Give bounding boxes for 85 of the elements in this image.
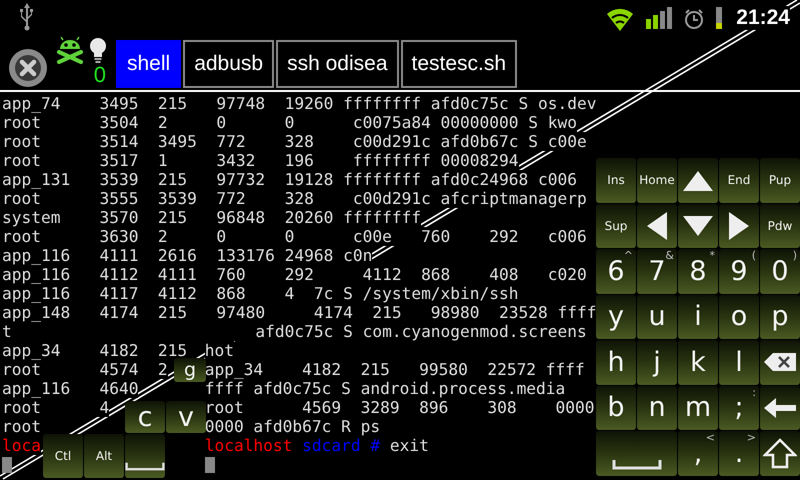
- terminal-text: root 4: [2, 398, 110, 417]
- keyboard-key[interactable]: p: [760, 294, 800, 339]
- terminal-text: ffff afd0c75c S android.process.media: [204, 379, 566, 398]
- keyboard-key[interactable]: Ctl: [43, 434, 83, 478]
- keyboard-key[interactable]: 0): [760, 249, 800, 294]
- keyboard-key[interactable]: ,<: [678, 431, 718, 476]
- keyboard-key[interactable]: h: [596, 340, 636, 384]
- terminal-text: root 3555 3539 772 328 c00d291c afcriptmanagerp: [2, 189, 587, 208]
- terminal-text: root 3514 3495 772 328 c00d291c afd0b67c S c00e: [2, 132, 587, 151]
- terminal-text: hot: [204, 341, 234, 360]
- terminal-text: system 3570 215 96848 20260 ffffffff: [2, 208, 422, 227]
- lightbulb-icon: [88, 37, 108, 63]
- keyboard-key[interactable]: Alt: [84, 434, 124, 478]
- keyboard-key[interactable]: l: [719, 340, 759, 384]
- keyboard-key[interactable]: j: [637, 340, 677, 384]
- keyboard-key[interactable]: Ins: [596, 158, 636, 202]
- keyboard-key[interactable]: k: [678, 340, 718, 384]
- keyboard-key[interactable]: [125, 434, 165, 478]
- terminal-text: app_116 4111 2616 133176 24968 c0n: [2, 246, 372, 265]
- terminal-text: app_74 3495 215 97748 19260 ffffffff afd0c75c S os.dev: [2, 94, 596, 113]
- terminal-text: root 3630 2 0 0 c00e 760 292 c006: [2, 227, 587, 246]
- keyboard-key[interactable]: u: [637, 294, 677, 339]
- keyboard-key[interactable]: 6^: [596, 249, 636, 294]
- shift-arrow-icon: [763, 438, 797, 469]
- keyboard-key[interactable]: v: [166, 401, 206, 433]
- keyboard-key[interactable]: .>: [719, 431, 759, 476]
- keyboard-key[interactable]: ; :: [719, 386, 759, 430]
- keyboard-key[interactable]: [678, 204, 718, 248]
- keyboard-key[interactable]: [596, 431, 677, 476]
- signal-icon: [646, 7, 672, 29]
- cursor-block: [2, 457, 12, 473]
- left-arrow-icon: [645, 210, 669, 242]
- terminal-text: app_148 4174 215 97480 4174 215 98980 23528 ffff: [2, 303, 596, 322]
- usb-icon: [18, 2, 36, 30]
- shell-prompt: loca: [2, 436, 41, 455]
- right-arrow-icon: [727, 210, 751, 242]
- keyboard-key[interactable]: m: [678, 386, 718, 430]
- keyboard-key[interactable]: i: [678, 294, 718, 339]
- keyboard-key[interactable]: Home: [637, 158, 677, 202]
- terminal-text: t afd0c75c S com.cyanogenmod.screens: [2, 322, 587, 341]
- cursor-block: [204, 457, 215, 473]
- keyboard-key[interactable]: End: [719, 158, 759, 202]
- keyboard-key[interactable]: Pdw: [760, 204, 800, 248]
- close-button[interactable]: [8, 48, 48, 88]
- terminal-text: app_116 4640: [2, 379, 138, 398]
- keyboard-key[interactable]: [719, 204, 759, 248]
- space-bar-icon: [125, 460, 165, 472]
- keyboard-key[interactable]: 7&: [637, 249, 677, 294]
- tab[interactable]: ssh odisea: [276, 40, 399, 88]
- keyboard-key[interactable]: n: [637, 386, 677, 430]
- keyboard-key[interactable]: 8*: [678, 249, 718, 294]
- terminal-text: app_34 4182 215 99580 22572 ffff: [204, 360, 585, 379]
- keyboard-key[interactable]: [760, 431, 800, 476]
- keyboard-key[interactable]: o: [719, 294, 759, 339]
- tab[interactable]: adbusb: [183, 40, 274, 88]
- keyboard-key[interactable]: Sup: [596, 204, 636, 248]
- terminal-text: 0000 afd0b67c R ps: [204, 417, 380, 436]
- keyboard-key[interactable]: b: [596, 386, 636, 430]
- terminal-text: app_34 4182 215: [2, 341, 188, 360]
- keyboard-key[interactable]: [678, 158, 718, 202]
- clock-time: 21:24: [736, 6, 790, 30]
- terminal-text: app_131 3539 215 97732 19128 ffffffff afd0c24968 c006: [2, 170, 577, 189]
- keyboard-key[interactable]: y: [596, 294, 636, 339]
- tab[interactable]: testesc.sh: [400, 40, 518, 88]
- space-bar-icon: [612, 458, 662, 470]
- keyboard-key[interactable]: 9(: [719, 249, 759, 294]
- backspace-icon: [763, 352, 797, 372]
- terminal-text: root 4574 2: [2, 360, 168, 379]
- terminal-text: app_116 4117 4112 868 4 7c S /system/xbin/ssh: [2, 284, 519, 303]
- keyboard-key[interactable]: Pup: [760, 158, 800, 202]
- battery-icon: [716, 7, 722, 29]
- terminal-text: app_116 4112 4111 760 292 4112 868 408 c020: [2, 265, 587, 284]
- close-icon: [8, 48, 48, 88]
- robot-crossbones-icon: [56, 37, 84, 64]
- terminal-text: root 3517 1 3432 196 ffffffff 00008294: [2, 151, 519, 170]
- alarm-clock-icon: [684, 8, 704, 28]
- keyboard-key[interactable]: g: [174, 358, 206, 382]
- terminal-text: root 3504 2 0 0 c0075a84 00000000 S kwo: [2, 113, 577, 132]
- counter: 0: [94, 64, 106, 86]
- left-arrow-icon: [763, 396, 797, 419]
- keyboard-key[interactable]: [760, 340, 800, 384]
- keyboard-key[interactable]: [760, 386, 800, 430]
- keyboard-key[interactable]: [637, 204, 677, 248]
- keyboard-key[interactable]: c: [125, 401, 165, 433]
- tab[interactable]: shell: [116, 40, 182, 88]
